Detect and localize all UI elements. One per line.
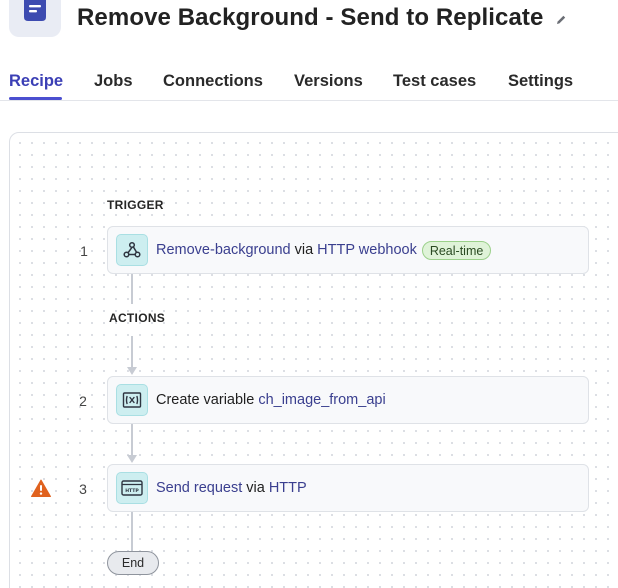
svg-text:HTTP: HTTP — [125, 488, 139, 494]
variable-icon — [116, 384, 148, 416]
action-prefix: Create variable — [156, 392, 255, 408]
step-1-trigger-card[interactable]: Remove-background via HTTP webhook Real-… — [107, 226, 589, 274]
step-number: 2 — [79, 393, 87, 409]
connector-word: via — [294, 242, 314, 258]
tab-bar: Recipe Jobs Connections Versions Test ca… — [0, 60, 618, 101]
trigger-section-label: TRIGGER — [107, 198, 164, 212]
trigger-app-link[interactable]: HTTP webhook — [317, 242, 417, 258]
realtime-badge: Real-time — [421, 240, 492, 260]
step-3-action-card[interactable]: HTTP Send request via HTTP — [107, 464, 589, 512]
request-name-link[interactable]: Send request — [156, 480, 242, 496]
pencil-icon[interactable] — [555, 13, 567, 31]
request-app-link[interactable]: HTTP — [269, 480, 307, 496]
flow-connector — [131, 336, 133, 368]
flow-connector — [131, 512, 133, 551]
warning-icon[interactable] — [31, 479, 51, 502]
tab-settings[interactable]: Settings — [508, 72, 573, 91]
end-marker: End — [107, 551, 159, 575]
flow-arrow — [127, 455, 137, 463]
trigger-name-link[interactable]: Remove-background — [156, 242, 291, 258]
actions-section-label: ACTIONS — [109, 311, 166, 325]
recipe-page: Remove Background - Send to Replicate Re… — [0, 0, 618, 588]
flow-connector — [131, 274, 133, 304]
active-tab-indicator — [9, 97, 62, 100]
http-icon: HTTP — [116, 472, 148, 504]
recipe-canvas[interactable] — [9, 132, 618, 588]
tab-recipe[interactable]: Recipe — [9, 72, 63, 91]
webhook-icon — [116, 234, 148, 266]
tab-versions[interactable]: Versions — [294, 72, 363, 91]
flow-arrow — [127, 367, 137, 375]
document-icon — [9, 0, 61, 37]
tab-connections[interactable]: Connections — [163, 72, 263, 91]
flow-connector — [131, 424, 133, 456]
step-2-action-card[interactable]: Create variable ch_image_from_api — [107, 376, 589, 424]
step-number: 1 — [80, 243, 88, 259]
step-number: 3 — [79, 481, 87, 497]
tab-test-cases[interactable]: Test cases — [393, 72, 476, 91]
variable-name-link[interactable]: ch_image_from_api — [258, 392, 385, 408]
connector-word: via — [246, 480, 265, 496]
tab-jobs[interactable]: Jobs — [94, 72, 133, 91]
page-title: Remove Background - Send to Replicate — [77, 4, 544, 31]
